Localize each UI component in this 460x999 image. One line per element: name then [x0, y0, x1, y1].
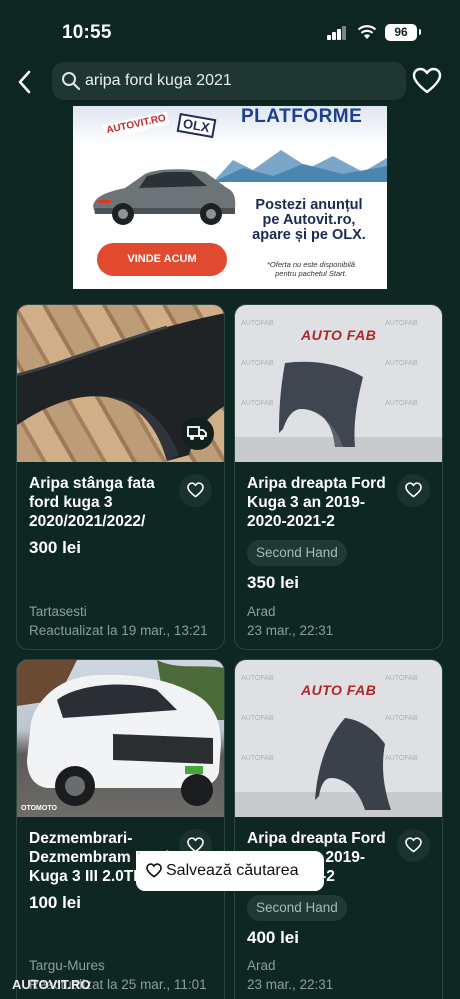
status-time: 10:55 — [62, 22, 112, 43]
listing-location: Tartasesti — [29, 604, 87, 619]
listing-location: Arad — [247, 958, 276, 973]
listing-card[interactable]: AUTOFAB AUTOFAB AUTOFAB AUTOFAB AUTOFAB AUT… — [234, 659, 443, 999]
listing-date: 23 mar., 22:31 — [247, 977, 334, 992]
listing-card[interactable]: Aripa stânga fata ford kuga 3 2020/2021/… — [16, 304, 225, 650]
svg-text:AUTOFAB: AUTOFAB — [241, 320, 274, 327]
listing-card[interactable]: OTOMOTO Dezmembrari-Dezmembram Ford Kuga… — [16, 659, 225, 999]
svg-text:AUTOFAB: AUTOFAB — [241, 360, 274, 367]
svg-text:AUTOFAB: AUTOFAB — [385, 755, 418, 762]
svg-text:AUTOFAB: AUTOFAB — [241, 675, 274, 682]
battery-indicator: 96 — [385, 24, 421, 41]
condition-badge: Second Hand — [247, 895, 347, 921]
listing-date: 23 mar., 22:31 — [247, 623, 334, 638]
banner-message: Postezi anunțul pe Autovit.ro, apare și … — [252, 197, 366, 243]
listing-price: 300 lei — [29, 538, 81, 557]
autovit-watermark: AUTOVIT.RO — [12, 977, 91, 992]
listing-title: Aripa stânga fata ford kuga 3 2020/2021/… — [29, 475, 155, 530]
delivery-truck-icon — [181, 417, 214, 450]
search-input[interactable]: aripa ford kuga 2021 — [52, 62, 406, 100]
save-search-label: Salvează căutarea — [166, 862, 299, 879]
heart-outline-icon — [146, 863, 162, 878]
back-arrow-icon[interactable] — [12, 68, 40, 96]
car-illustration — [93, 169, 236, 225]
svg-text:AUTOFAB: AUTOFAB — [385, 320, 418, 327]
favorite-heart-icon[interactable] — [397, 829, 430, 862]
svg-text:AUTOFAB: AUTOFAB — [385, 400, 418, 407]
favorite-heart-icon[interactable] — [412, 67, 442, 95]
banner-footnote: *Oferta nu este disponibilă pentru pache… — [267, 260, 355, 278]
listing-title: Aripa dreapta Ford Kuga 3 an 2019-2020-2… — [247, 475, 386, 530]
ad-banner[interactable]: PLATFORME AUTOVIT.RO OLX Postezi anunțul… — [73, 106, 387, 289]
save-search-button[interactable]: Salvează căutarea — [136, 851, 324, 891]
svg-text:AUTOFAB: AUTOFAB — [241, 715, 274, 722]
svg-text:AUTOFAB: AUTOFAB — [385, 715, 418, 722]
favorite-heart-icon[interactable] — [179, 474, 212, 507]
search-query: aripa ford kuga 2021 — [85, 72, 232, 89]
listing-card[interactable]: AUTOFAB AUTOFAB AUTOFAB AUTOFAB AUTOFAB AUT… — [234, 304, 443, 650]
image-watermark: OTOMOTO — [21, 805, 57, 812]
listing-location: Arad — [247, 604, 276, 619]
mountains-illustration — [213, 150, 387, 182]
image-watermark: AUTO FAB — [301, 682, 377, 698]
listing-price: 400 lei — [247, 928, 299, 947]
sell-now-button[interactable]: VINDE ACUM — [97, 243, 227, 276]
listing-date: Reactualizat la 19 mar., 13:21 — [29, 623, 208, 638]
svg-text:AUTOFAB: AUTOFAB — [241, 755, 274, 762]
signal-icon — [327, 26, 347, 40]
listing-image[interactable]: AUTOFAB AUTOFAB AUTOFAB AUTOFAB AUTOFAB AUT… — [235, 660, 442, 817]
condition-badge: Second Hand — [247, 540, 347, 566]
listing-price: 350 lei — [247, 573, 299, 592]
svg-text:AUTOFAB: AUTOFAB — [385, 675, 418, 682]
wifi-icon — [357, 25, 377, 39]
listing-image[interactable]: AUTOFAB AUTOFAB AUTOFAB AUTOFAB AUTOFAB AUT… — [235, 305, 442, 462]
svg-text:AUTOFAB: AUTOFAB — [241, 400, 274, 407]
listing-image[interactable] — [17, 305, 224, 462]
search-header: aripa ford kuga 2021 — [0, 62, 460, 106]
car-photo — [17, 660, 224, 806]
status-bar: 10:55 96 — [0, 0, 460, 62]
listing-image[interactable]: OTOMOTO — [17, 660, 224, 817]
search-icon — [62, 72, 81, 91]
banner-headline: PLATFORME — [241, 106, 363, 127]
listing-price: 100 lei — [29, 893, 81, 912]
svg-text:AUTOFAB: AUTOFAB — [385, 360, 418, 367]
image-watermark: AUTO FAB — [301, 327, 377, 343]
listing-location: Targu-Mures — [29, 958, 105, 973]
favorite-heart-icon[interactable] — [397, 474, 430, 507]
